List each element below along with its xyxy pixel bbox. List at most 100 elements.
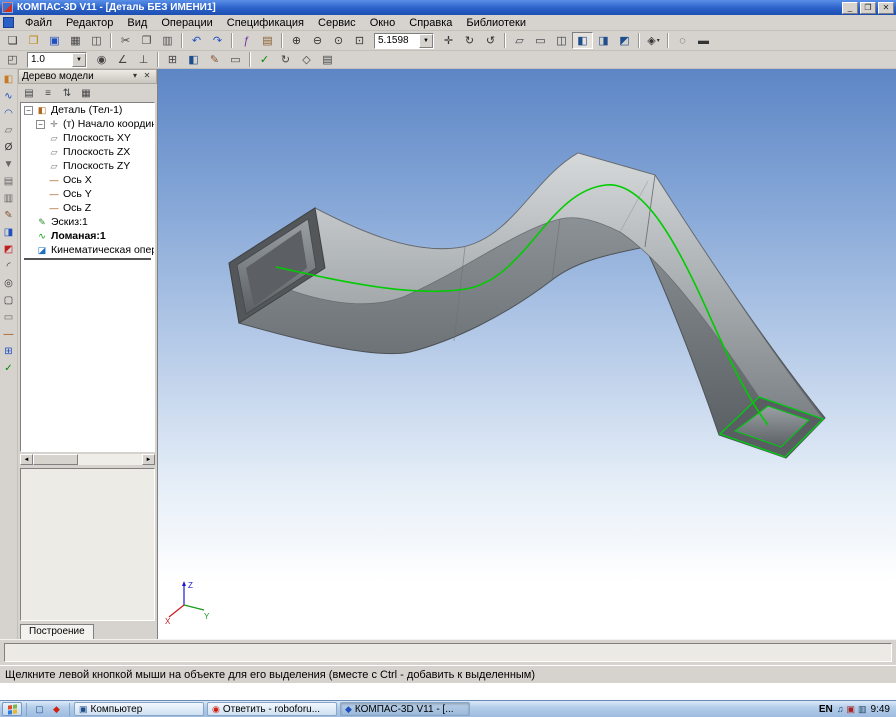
preview-result-button[interactable]: ◇ <box>296 51 317 68</box>
antivirus-icon[interactable]: ▣ <box>847 704 856 715</box>
check-tool-button[interactable]: ✓ <box>1 360 17 376</box>
hidden-thin-mode-button[interactable]: ◫ <box>551 32 572 49</box>
cut-button[interactable]: ✂ <box>115 32 136 49</box>
new-document-button[interactable]: ❏ <box>2 32 23 49</box>
menu-вид[interactable]: Вид <box>120 16 154 30</box>
hide-components-button[interactable]: ◌ <box>672 32 693 49</box>
filters-button[interactable]: ▼ <box>1 156 17 172</box>
pan-view-button[interactable]: ✛ <box>438 32 459 49</box>
zoom-dropdown-icon[interactable]: ▼ <box>419 34 433 48</box>
properties-button[interactable]: ▤ <box>317 51 338 68</box>
print-preview-button[interactable]: ◫ <box>86 32 107 49</box>
tree-item[interactable]: ▱Плоскость ZX <box>21 145 154 159</box>
tree-structure-view-button[interactable]: ▤ <box>20 86 38 101</box>
zoom-all-button[interactable]: ⊡ <box>349 32 370 49</box>
taskbar-task-2[interactable]: ◆КОМПАС-3D V11 - [... <box>340 702 470 716</box>
plane-tool-button[interactable]: ▭ <box>1 309 17 325</box>
taskbar-task-0[interactable]: ▣Компьютер <box>74 702 204 716</box>
tree-item[interactable]: —Ось Z <box>21 201 154 215</box>
expander-minus-icon[interactable]: − <box>36 120 45 129</box>
tab-postroenie[interactable]: Построение <box>20 624 94 639</box>
close-button[interactable]: ✕ <box>878 2 894 14</box>
cut-operation-button[interactable]: ◩ <box>1 241 17 257</box>
zoom-value[interactable]: 5.1598 <box>375 35 419 46</box>
language-indicator[interactable]: EN <box>819 704 833 715</box>
grid-button[interactable]: ⊞ <box>162 51 183 68</box>
menu-библиотеки[interactable]: Библиотеки <box>459 16 533 30</box>
clock[interactable]: 9:49 <box>871 704 890 715</box>
scale-dropdown-icon[interactable]: ▼ <box>72 53 86 67</box>
menu-операции[interactable]: Операции <box>154 16 219 30</box>
restore-button[interactable]: ❐ <box>860 2 876 14</box>
menu-редактор[interactable]: Редактор <box>59 16 120 30</box>
tree-item[interactable]: ∿Ломаная:1 <box>21 229 154 243</box>
tree-item[interactable]: −◧Деталь (Тел-1) <box>21 103 154 117</box>
scroll-left-icon[interactable]: ◄ <box>20 454 33 465</box>
section-display-button[interactable]: ▬ <box>693 32 714 49</box>
rotate-view-button[interactable]: ↻ <box>459 32 480 49</box>
tree-item[interactable]: ✎Эскиз:1 <box>21 215 154 229</box>
scrollbar-track[interactable] <box>33 454 142 465</box>
scale-value[interactable]: 1.0 <box>28 54 72 65</box>
tree-parameters-button[interactable]: ▦ <box>77 86 95 101</box>
axis-tool-button[interactable]: — <box>1 326 17 342</box>
print-button[interactable]: ▦ <box>65 32 86 49</box>
measurements-button[interactable]: Ø <box>1 139 17 155</box>
tree-relations-button[interactable]: ⇅ <box>58 86 76 101</box>
fillet-tool-button[interactable]: ◜ <box>1 258 17 274</box>
paste-button[interactable]: ▥ <box>157 32 178 49</box>
snap-settings-button[interactable]: ◉ <box>91 51 112 68</box>
half-tone-button[interactable]: ◧ <box>183 51 204 68</box>
scroll-right-icon[interactable]: ► <box>142 454 155 465</box>
tree-item[interactable]: ▱Плоскость ZY <box>21 159 154 173</box>
shell-tool-button[interactable]: ▢ <box>1 292 17 308</box>
shaded-edges-mode-button[interactable]: ◨ <box>593 32 614 49</box>
edit-part-button[interactable]: ◧ <box>1 71 17 87</box>
tree-item[interactable]: ◪Кинематическая опер➤ <box>21 243 154 257</box>
local-frame-button[interactable]: ∠ <box>112 51 133 68</box>
pattern-tool-button[interactable]: ⊞ <box>1 343 17 359</box>
surfaces-button[interactable]: ◠ <box>1 105 17 121</box>
reports-button[interactable]: ▥ <box>1 190 17 206</box>
menu-спецификация[interactable]: Спецификация <box>220 16 311 30</box>
tree-item[interactable]: —Ось Y <box>21 187 154 201</box>
minimize-button[interactable]: _ <box>842 2 858 14</box>
tree-composition-view-button[interactable]: ≡ <box>39 86 57 101</box>
check-document-button[interactable]: ✓ <box>254 51 275 68</box>
show-desktop-button[interactable]: ▢ <box>31 702 48 716</box>
menu-файл[interactable]: Файл <box>18 16 59 30</box>
hidden-lines-mode-button[interactable]: ▭ <box>530 32 551 49</box>
tree-item[interactable]: −✛(т) Начало координат <box>21 117 154 131</box>
panel-header[interactable]: Дерево модели ▾ ✕ <box>18 69 157 84</box>
viewport-3d[interactable]: Z X Y <box>158 69 896 639</box>
spatial-curves-button[interactable]: ∿ <box>1 88 17 104</box>
volume-icon[interactable]: ♫ <box>837 704 844 714</box>
scale-combo[interactable]: 1.0 ▼ <box>27 52 87 68</box>
pin-icon[interactable]: ▾ <box>129 71 141 82</box>
kompas-shortcut-button[interactable]: ◆ <box>48 702 65 716</box>
menu-справка[interactable]: Справка <box>402 16 459 30</box>
hole-tool-button[interactable]: ◎ <box>1 275 17 291</box>
library-manager-button[interactable]: ▤ <box>257 32 278 49</box>
copy-button[interactable]: ❐ <box>136 32 157 49</box>
variables-button[interactable]: ƒ <box>236 32 257 49</box>
rebuild-model-button[interactable]: ↻ <box>275 51 296 68</box>
zoom-out-button[interactable]: ⊖ <box>307 32 328 49</box>
specification-button[interactable]: ▤ <box>1 173 17 189</box>
redo-button[interactable]: ↷ <box>207 32 228 49</box>
open-document-button[interactable]: ❒ <box>23 32 44 49</box>
expander-minus-icon[interactable]: − <box>24 106 33 115</box>
zoom-in-button[interactable]: ⊕ <box>286 32 307 49</box>
perspective-mode-button[interactable]: ◩ <box>614 32 635 49</box>
start-button[interactable] <box>2 702 22 716</box>
sketch-tool-button[interactable]: ✎ <box>1 207 17 223</box>
ortho-mode-button[interactable]: ⊥ <box>133 51 154 68</box>
tree-horizontal-scrollbar[interactable]: ◄ ► <box>20 453 155 466</box>
undo-button[interactable]: ↶ <box>186 32 207 49</box>
sheet-parameters-button[interactable]: ▭ <box>225 51 246 68</box>
refresh-view-button[interactable]: ↺ <box>480 32 501 49</box>
shaded-mode-button[interactable]: ◧ <box>572 32 593 49</box>
zoom-selected-button[interactable]: ⊙ <box>328 32 349 49</box>
edit-sketch-button[interactable]: ✎ <box>204 51 225 68</box>
wireframe-mode-button[interactable]: ▱ <box>509 32 530 49</box>
